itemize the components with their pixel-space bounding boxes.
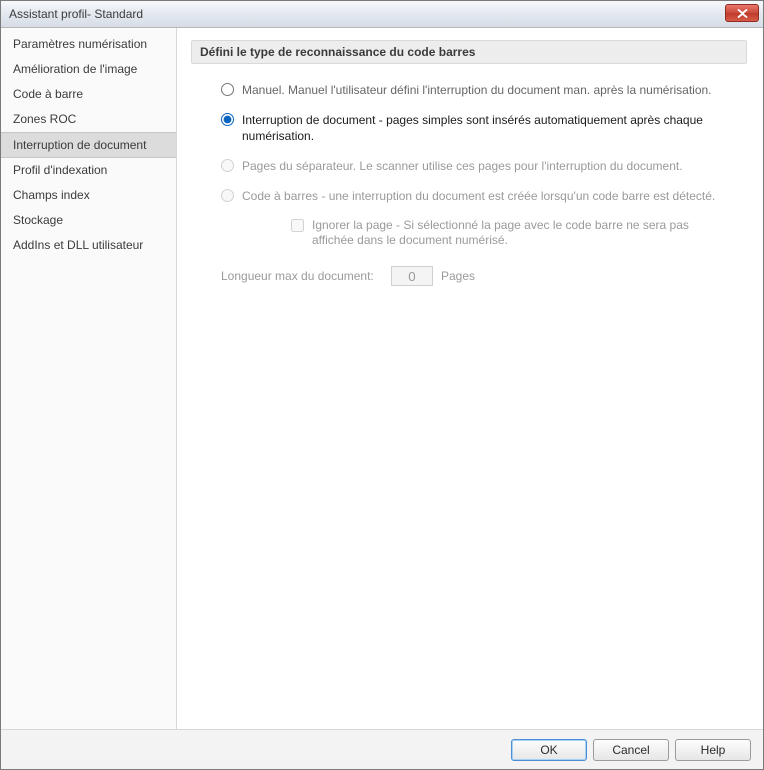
max-length-row: Longueur max du document: Pages: [221, 266, 747, 286]
sidebar: Paramètres numérisation Amélioration de …: [1, 28, 177, 729]
sidebar-item-label: Code à barre: [13, 87, 83, 101]
sidebar-item-label: Paramètres numérisation: [13, 37, 147, 51]
radio-document-break[interactable]: [221, 113, 234, 126]
titlebar: Assistant profil- Standard: [1, 1, 763, 28]
max-length-unit: Pages: [441, 269, 475, 283]
max-length-input: [391, 266, 433, 286]
footer: OK Cancel Help: [1, 729, 763, 769]
sidebar-item-label: Profil d'indexation: [13, 163, 107, 177]
options-group: Manuel. Manuel l'utilisateur défini l'in…: [191, 82, 747, 248]
close-button[interactable]: [725, 4, 759, 22]
body-area: Paramètres numérisation Amélioration de …: [1, 28, 763, 729]
option-separator: Pages du séparateur. Le scanner utilise …: [221, 158, 737, 174]
sidebar-item-index-fields[interactable]: Champs index: [1, 183, 176, 208]
sidebar-item-label: Stockage: [13, 213, 63, 227]
option-label: Interruption de document - pages simples…: [242, 112, 737, 144]
radio-barcode: [221, 189, 234, 202]
help-button[interactable]: Help: [675, 739, 751, 761]
sidebar-item-label: AddIns et DLL utilisateur: [13, 238, 143, 252]
radio-manual[interactable]: [221, 83, 234, 96]
radio-separator: [221, 159, 234, 172]
sidebar-item-addins[interactable]: AddIns et DLL utilisateur: [1, 233, 176, 258]
sidebar-item-label: Interruption de document: [13, 138, 146, 152]
sidebar-item-ocr-zones[interactable]: Zones ROC: [1, 107, 176, 132]
window: Assistant profil- Standard Paramètres nu…: [0, 0, 764, 770]
sidebar-item-image-enhance[interactable]: Amélioration de l'image: [1, 57, 176, 82]
option-label: Code à barres - une interruption du docu…: [242, 188, 715, 204]
sidebar-item-scan-settings[interactable]: Paramètres numérisation: [1, 32, 176, 57]
option-label: Manuel. Manuel l'utilisateur défini l'in…: [242, 82, 712, 98]
option-manual[interactable]: Manuel. Manuel l'utilisateur défini l'in…: [221, 82, 737, 98]
group-header: Défini le type de reconnaissance du code…: [191, 40, 747, 64]
sidebar-item-storage[interactable]: Stockage: [1, 208, 176, 233]
option-document-break[interactable]: Interruption de document - pages simples…: [221, 112, 737, 144]
option-barcode: Code à barres - une interruption du docu…: [221, 188, 737, 204]
max-length-label: Longueur max du document:: [221, 269, 391, 283]
sidebar-item-document-break[interactable]: Interruption de document: [1, 132, 176, 158]
sidebar-item-index-profile[interactable]: Profil d'indexation: [1, 158, 176, 183]
content-pane: Défini le type de reconnaissance du code…: [177, 28, 763, 729]
sidebar-item-barcode[interactable]: Code à barre: [1, 82, 176, 107]
option-label: Pages du séparateur. Le scanner utilise …: [242, 158, 683, 174]
close-icon: [737, 9, 748, 18]
ignore-page-row: Ignorer la page - Si sélectionné la page…: [291, 218, 737, 248]
sidebar-item-label: Amélioration de l'image: [13, 62, 137, 76]
cancel-button[interactable]: Cancel: [593, 739, 669, 761]
sidebar-item-label: Champs index: [13, 188, 90, 202]
checkbox-ignore-page: [291, 219, 304, 232]
ok-button[interactable]: OK: [511, 739, 587, 761]
sidebar-item-label: Zones ROC: [13, 112, 76, 126]
ignore-page-label: Ignorer la page - Si sélectionné la page…: [312, 218, 732, 248]
window-title: Assistant profil- Standard: [9, 7, 143, 21]
